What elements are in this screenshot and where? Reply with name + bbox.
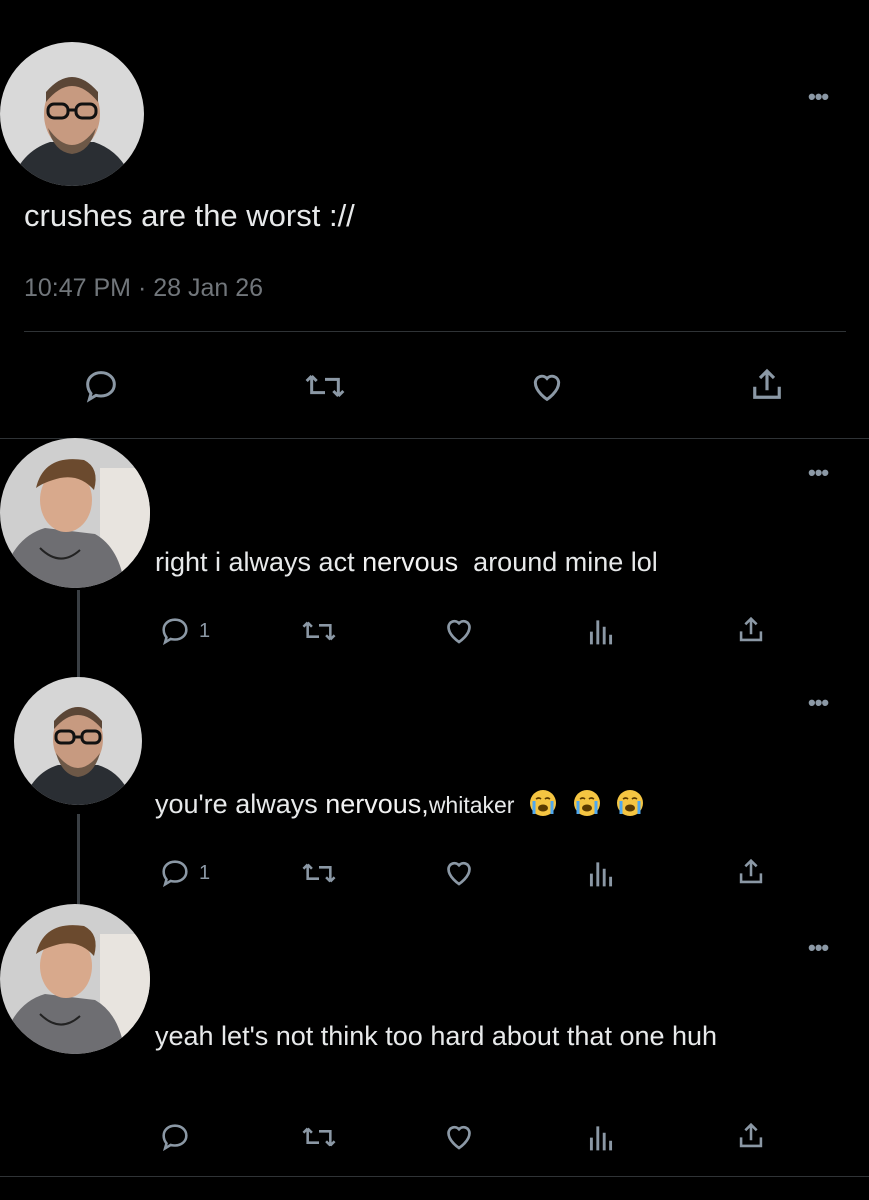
avatar-reply-author[interactable] [0, 438, 150, 588]
avatar-reply-author[interactable] [0, 904, 150, 1054]
reply-text-part: around mine lol [473, 547, 658, 577]
reply-icon[interactable] [80, 366, 122, 406]
share-icon[interactable] [734, 1118, 768, 1154]
avatar-reply-author[interactable] [14, 677, 142, 805]
loudly-crying-face-icon [617, 790, 644, 816]
avatar-image [0, 438, 150, 588]
reply-text-highlight: nervous, [325, 789, 429, 819]
reply-text: yeah let's not think too hard about that… [155, 1021, 718, 1051]
reply-count: 1 [199, 862, 211, 884]
reply-text-part: right i always act [155, 547, 355, 577]
more-icon[interactable]: ••• [808, 692, 829, 714]
reply-icon[interactable] [157, 1120, 193, 1154]
retweet-icon[interactable] [299, 614, 339, 648]
like-icon[interactable] [440, 854, 478, 890]
thread-line [77, 590, 80, 690]
thread-line [77, 814, 80, 912]
loudly-crying-face-icon [529, 790, 556, 816]
main-tweet-timestamp: 10:47 PM · 28 Jan 26 [24, 274, 264, 302]
reply-text-part: whitaker [428, 792, 515, 818]
reply-text: you're always nervous,whitaker [155, 786, 645, 823]
avatar-image [14, 677, 142, 805]
divider [0, 1176, 869, 1177]
avatar-image [0, 904, 150, 1054]
divider [0, 438, 869, 439]
loudly-crying-face-icon [573, 790, 600, 816]
reply-text: right i always act nervous around mine l… [155, 544, 658, 580]
more-icon[interactable]: ••• [808, 86, 829, 108]
more-icon[interactable]: ••• [808, 937, 829, 959]
like-icon[interactable] [440, 1118, 478, 1154]
views-icon[interactable] [588, 856, 614, 888]
share-icon[interactable] [734, 612, 768, 648]
retweet-icon[interactable] [299, 1120, 339, 1154]
reply-text-highlight: nervous [362, 547, 459, 577]
divider [24, 331, 846, 332]
reply-icon[interactable] [157, 614, 193, 648]
like-icon[interactable] [440, 612, 478, 648]
share-icon[interactable] [746, 364, 788, 406]
share-icon[interactable] [734, 854, 768, 890]
avatar-image [0, 42, 144, 186]
retweet-icon[interactable] [299, 856, 339, 890]
like-icon[interactable] [525, 366, 569, 406]
reply-icon[interactable] [157, 856, 193, 890]
views-icon[interactable] [588, 1120, 614, 1152]
avatar-main-author[interactable] [0, 42, 144, 186]
reply-text-part: you're always [155, 789, 318, 819]
main-tweet-text: crushes are the worst :// [24, 198, 355, 233]
more-icon[interactable]: ••• [808, 462, 829, 484]
views-icon[interactable] [588, 614, 614, 646]
reply-count: 1 [199, 620, 211, 642]
retweet-icon[interactable] [302, 366, 348, 406]
